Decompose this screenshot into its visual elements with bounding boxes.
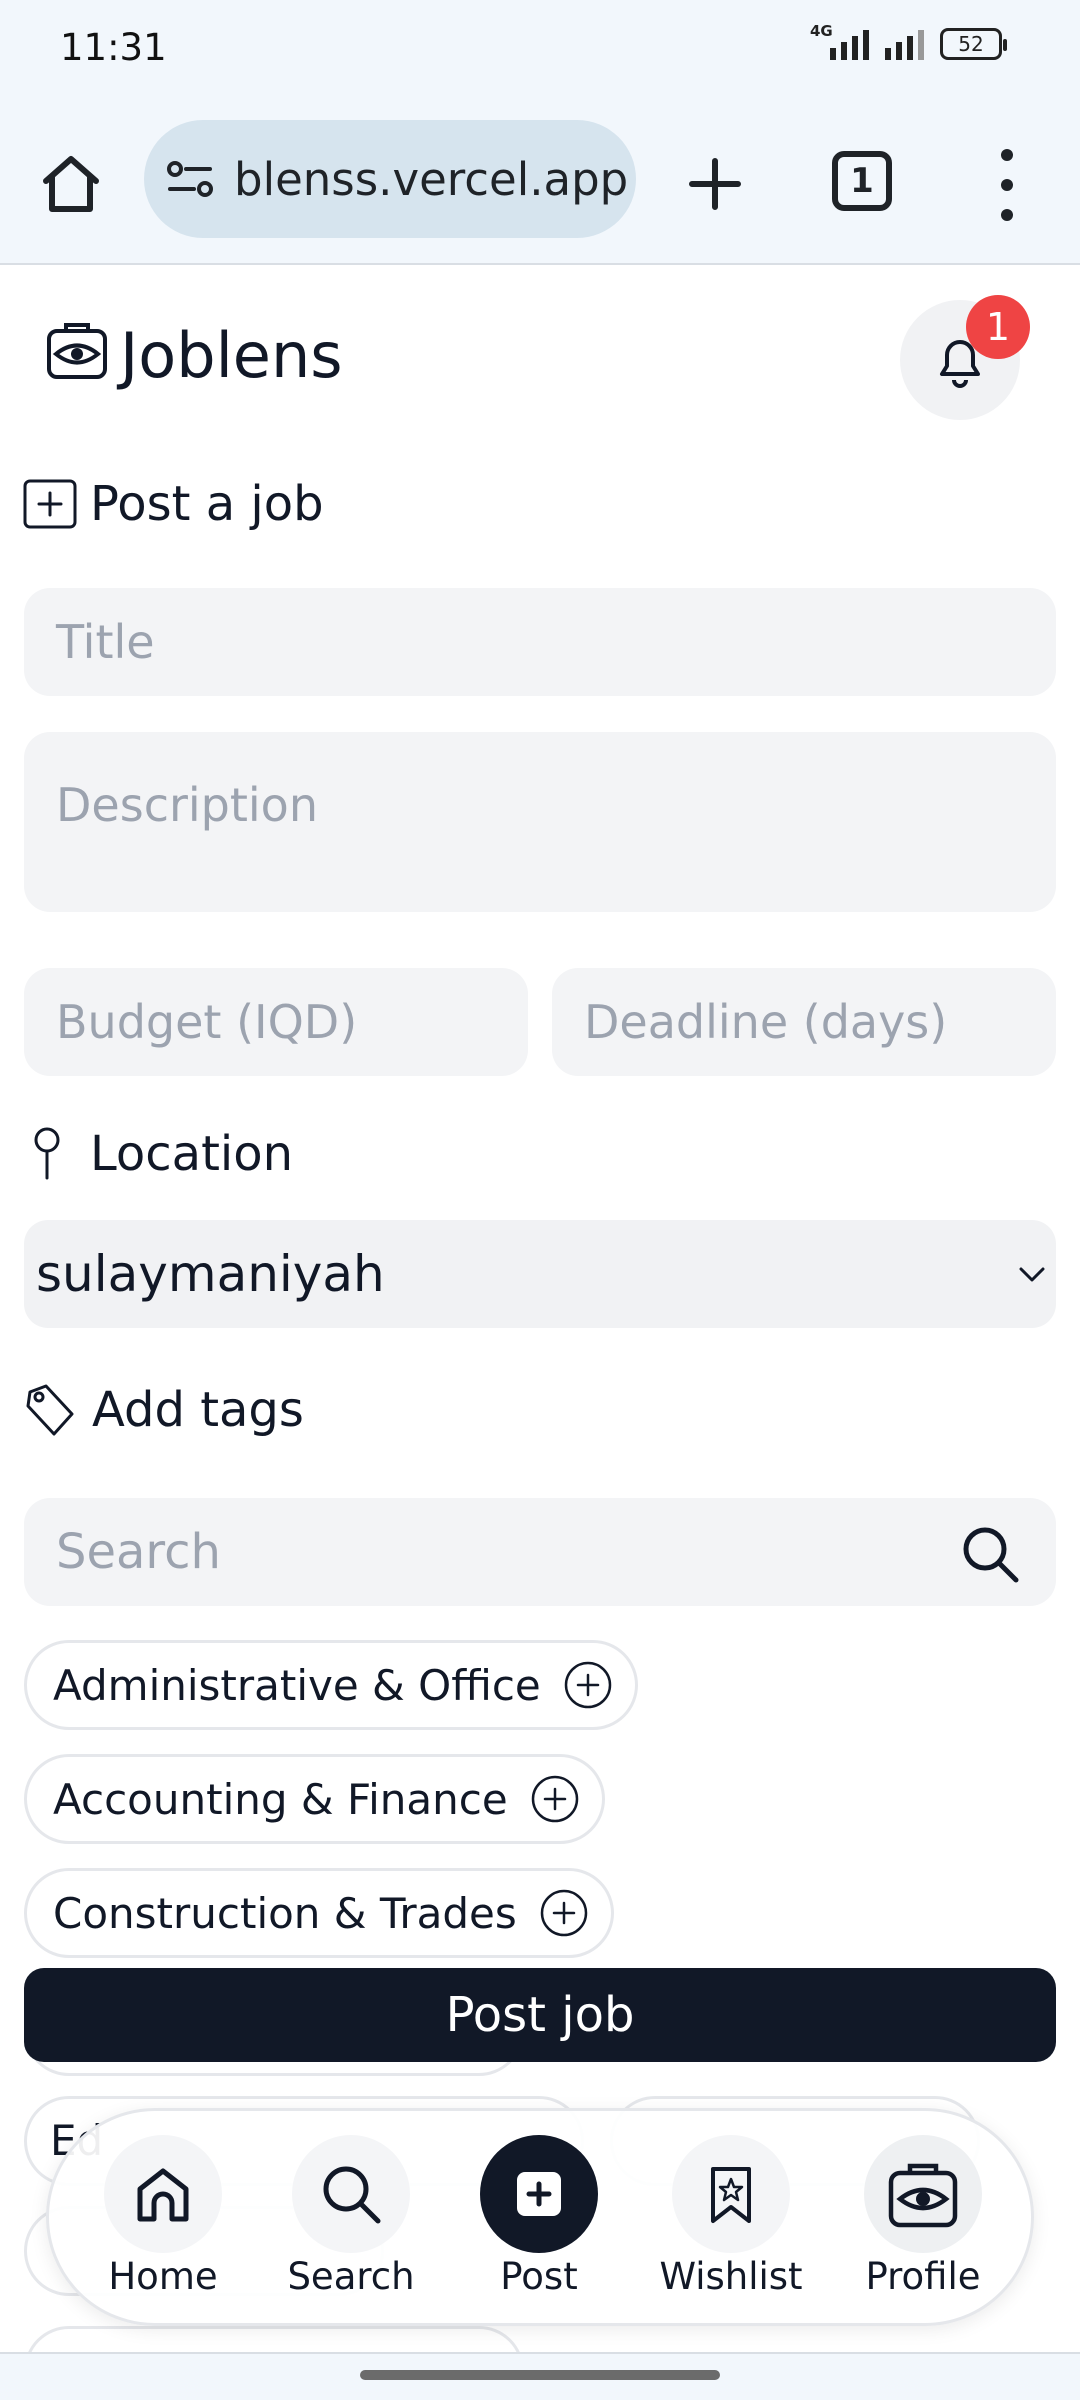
nav-post-label: Post [500,2255,578,2298]
menu-dot [1001,149,1013,161]
location-value: sulaymaniyah [36,1245,385,1303]
bottom-nav: Home Search Post Wishlist Profile [46,2108,1034,2326]
nav-wishlist-label: Wishlist [659,2255,803,2298]
deadline-input[interactable]: Deadline (days) [552,968,1056,1076]
browser-menu-button[interactable] [985,145,1029,225]
plus-square-icon [23,479,77,529]
home-icon [43,156,99,212]
browser-home-button[interactable] [36,149,106,219]
tag-chip[interactable]: Construction & Trades [24,1868,614,1958]
title-input[interactable]: Title [24,588,1056,696]
nav-search-circle [292,2135,410,2253]
signal-icon [885,28,924,60]
address-bar[interactable]: blenss.vercel.app [144,120,636,238]
menu-dot [1001,179,1013,191]
nav-home[interactable]: Home [83,2111,243,2329]
status-time: 11:31 [60,26,167,69]
tag-chip-label: Construction & Trades [53,1888,517,1938]
tag-chip-label: Administrative & Office [53,1660,541,1710]
nav-wishlist-circle [672,2135,790,2253]
app-title: Joblens [120,319,343,392]
tags-heading: Add tags [24,1382,304,1438]
eye-bag-icon [888,2163,958,2228]
new-tab-button[interactable] [680,149,750,219]
battery-level: 52 [958,32,984,56]
tag-chip[interactable]: Administrative & Office [24,1640,638,1730]
tag-search-input[interactable]: Search [24,1498,1056,1606]
site-settings-icon [167,161,213,197]
nav-post[interactable]: Post [459,2111,619,2329]
nav-search[interactable]: Search [271,2111,431,2329]
plus-square-icon [517,2172,561,2216]
status-icons: 4G 52 [810,22,1007,60]
menu-dot [1001,209,1013,221]
network-type: 4G [810,22,833,40]
location-select[interactable]: sulaymaniyah [24,1220,1056,1328]
tag-chip-label: Accounting & Finance [53,1774,508,1824]
nav-profile[interactable]: Profile [843,2111,1003,2329]
post-job-button[interactable]: Post job [24,1968,1056,2062]
nav-home-circle [104,2135,222,2253]
plus-circle-icon [564,1661,612,1709]
logo-eye-bag-icon [47,323,107,379]
nav-home-label: Home [108,2255,218,2298]
nav-profile-circle [864,2135,982,2253]
tag-search-placeholder: Search [56,1524,221,1580]
plus-icon [689,158,741,210]
budget-input[interactable]: Budget (IQD) [24,968,528,1076]
url-text: blenss.vercel.app [234,152,629,206]
tag-chip[interactable]: Accounting & Finance [24,1754,605,1844]
search-icon [323,2166,381,2224]
plus-circle-icon [531,1775,578,1823]
tag-icon [26,1384,74,1436]
notification-badge: 1 [966,295,1030,359]
nav-profile-label: Profile [865,2255,981,2298]
plus-circle-icon [540,1889,587,1937]
signal-4g-icon: 4G [810,22,869,60]
app-header: Joblens 1 [0,267,1080,437]
status-bar: 11:31 4G 52 [0,0,1080,95]
location-heading: Location [30,1126,293,1182]
chevron-down-icon [1019,1267,1045,1282]
location-label: Location [90,1126,294,1182]
bookmark-star-icon [711,2167,751,2223]
nav-wishlist[interactable]: Wishlist [651,2111,811,2329]
home-indicator[interactable] [360,2370,720,2380]
browser-toolbar: blenss.vercel.app 1 [0,95,1080,265]
nav-search-label: Search [287,2255,415,2298]
nav-post-circle [480,2135,598,2253]
tab-switcher-button[interactable]: 1 [832,151,892,211]
map-pin-icon [34,1127,60,1180]
post-job-title: Post a job [90,476,324,532]
home-icon [137,2168,189,2222]
battery-icon: 52 [940,28,1007,60]
search-icon[interactable] [958,1522,1022,1586]
tags-label: Add tags [92,1382,304,1438]
description-textarea[interactable]: Description [24,732,1056,912]
post-job-heading: Post a job [22,476,324,532]
